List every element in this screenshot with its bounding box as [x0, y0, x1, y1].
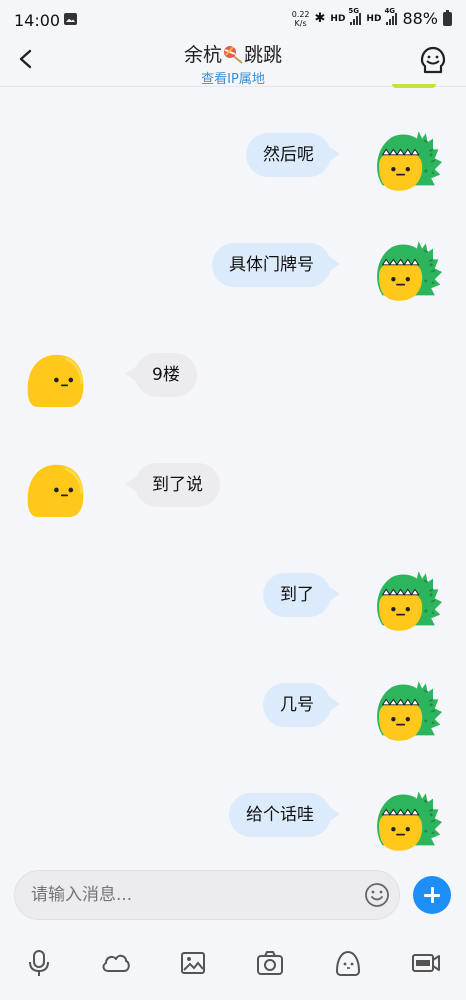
- camera-icon[interactable]: [254, 947, 286, 979]
- cloud-icon[interactable]: [100, 947, 132, 979]
- message-row: 然后呢: [0, 130, 466, 208]
- input-bar: [0, 860, 466, 930]
- hd-label-1: HD: [330, 13, 346, 24]
- hd-label-2: HD: [366, 13, 382, 24]
- status-indicators: 0.22 K/s ✱ HD 5G HD 4G 88%: [291, 7, 452, 28]
- incoming-message-bubble[interactable]: 9楼: [125, 353, 197, 397]
- bluetooth-icon: ✱: [314, 11, 326, 26]
- signal-icon: 4G: [384, 7, 398, 25]
- chat-title[interactable]: 余杭 跳跳: [0, 40, 466, 67]
- message-row: 给个话哇: [0, 790, 466, 868]
- status-bar: 14:00 0.22 K/s ✱ HD 5G HD 4G 88%: [0, 0, 466, 40]
- emoji-icon[interactable]: [364, 882, 390, 908]
- sticker-icon[interactable]: [332, 947, 364, 979]
- image-icon[interactable]: [177, 947, 209, 979]
- my-avatar[interactable]: [370, 566, 442, 638]
- outgoing-message-bubble[interactable]: 到了: [263, 573, 340, 617]
- gif-icon[interactable]: [410, 947, 442, 979]
- message-row: 几号: [0, 680, 466, 758]
- message-row: 9楼: [0, 350, 466, 428]
- partial-avatar: [392, 84, 436, 88]
- signal-icon: 5G: [348, 7, 362, 25]
- add-button[interactable]: [413, 876, 451, 914]
- battery-icon: [443, 9, 452, 26]
- microphone-icon[interactable]: [23, 947, 55, 979]
- battery-percent: 88%: [402, 9, 438, 28]
- incoming-message-bubble[interactable]: 到了说: [125, 463, 220, 507]
- robot-assistant-icon[interactable]: [420, 46, 446, 74]
- my-avatar[interactable]: [370, 786, 442, 858]
- message-input[interactable]: [14, 870, 400, 920]
- my-avatar[interactable]: [370, 126, 442, 198]
- my-avatar[interactable]: [370, 676, 442, 748]
- net-speed: 0.22 K/s: [291, 9, 310, 28]
- message-row: 到了说: [0, 460, 466, 538]
- my-avatar[interactable]: [370, 236, 442, 308]
- contact-avatar[interactable]: [24, 454, 96, 526]
- outgoing-message-bubble[interactable]: 给个话哇: [229, 793, 340, 837]
- image-icon: [64, 13, 77, 25]
- bottom-toolbar: [0, 935, 466, 1000]
- outgoing-message-bubble[interactable]: 具体门牌号: [212, 243, 340, 287]
- outgoing-message-bubble[interactable]: 然后呢: [246, 133, 340, 177]
- message-row: 具体门牌号: [0, 240, 466, 318]
- candy-emoji-icon: [222, 44, 244, 64]
- outgoing-message-bubble[interactable]: 几号: [263, 683, 340, 727]
- contact-avatar[interactable]: [24, 344, 96, 416]
- chat-header: 余杭 跳跳 查看IP属地: [0, 40, 466, 87]
- status-time: 14:00: [14, 11, 61, 30]
- message-row: 到了: [0, 570, 466, 648]
